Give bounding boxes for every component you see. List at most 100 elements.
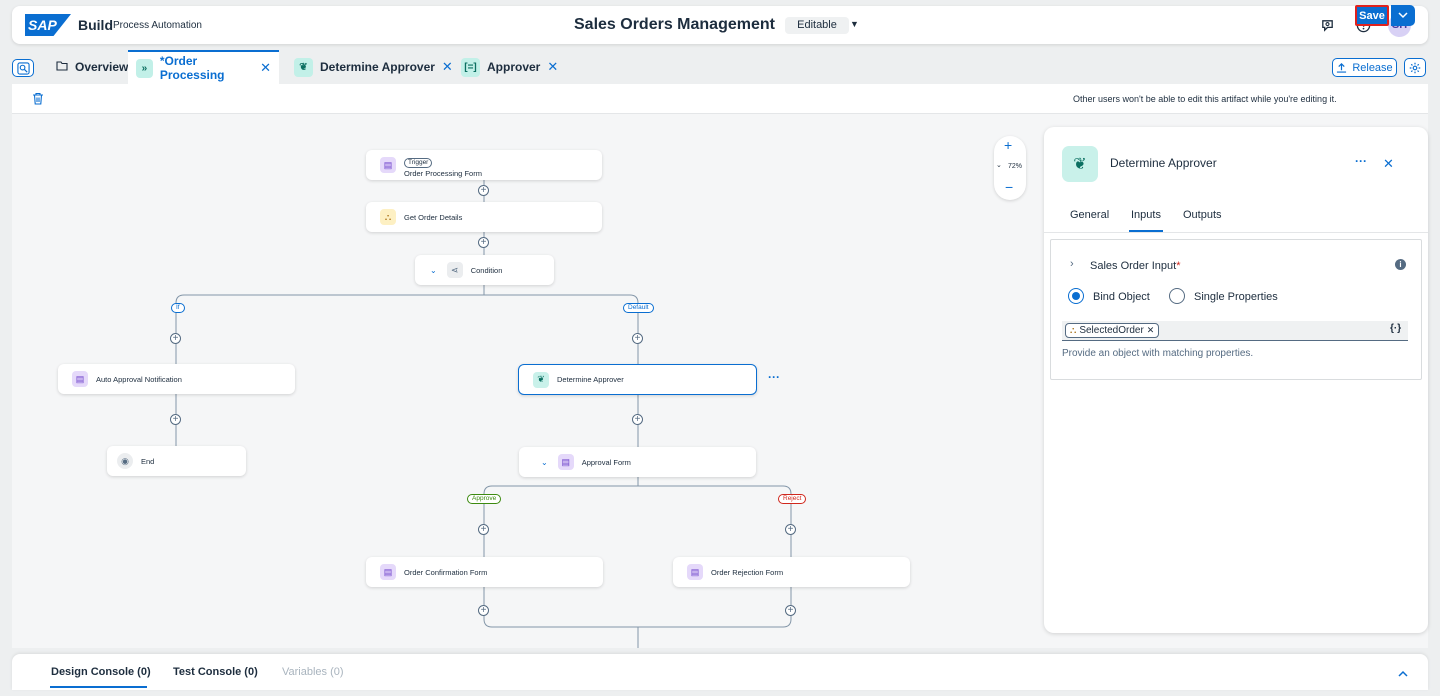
close-icon[interactable]: ✕ [1383,156,1394,172]
shell-bar: SAP Build Process Automation Sales Order… [12,6,1428,44]
upload-icon [1337,62,1347,73]
sap-logo[interactable]: SAP [25,14,71,36]
binding-input[interactable]: ⛬ SelectedOrder ✕ {·} [1062,321,1408,341]
tab-overview[interactable]: Overview [52,50,132,84]
add-step-button[interactable]: + [170,333,181,344]
node-label: Auto Approval Notification [96,374,182,384]
more-options-icon[interactable]: ··· [1355,154,1367,168]
condition-node[interactable]: ⌄ ⋖ Condition [415,255,554,285]
action-node-get-order-details[interactable]: ⛬ Get Order Details [366,202,602,232]
add-step-button[interactable]: + [478,185,489,196]
decision-icon: ❦ [294,57,313,77]
branch-label-if: If [171,303,185,313]
release-label: Release [1352,61,1393,74]
add-step-button[interactable]: + [632,414,643,425]
node-label: Approval Form [581,457,631,467]
zoom-control: + ⌄ 72% − [994,136,1026,200]
add-step-button[interactable]: + [785,524,796,535]
tab-order-processing[interactable]: » *Order Processing ✕ [128,50,279,84]
zoom-out-button[interactable]: − [1005,179,1013,195]
chevron-up-icon[interactable] [1398,666,1408,680]
release-button[interactable]: Release [1332,58,1397,77]
zoom-dropdown[interactable]: ⌄ [996,161,1002,169]
save-options-button[interactable] [1391,5,1415,26]
editor-toolbar: Other users won't be able to edit this a… [12,84,1428,114]
artifact-tabs: Overview » *Order Processing ✕ ❦ Determi… [12,50,1428,84]
explorer-toggle-button[interactable] [12,59,34,77]
action-icon: ⛬ [380,209,396,225]
zoom-in-button[interactable]: + [1004,137,1012,153]
tab-label: Determine Approver [320,60,435,74]
more-options-icon[interactable]: ··· [768,370,780,384]
single-properties-radio[interactable] [1169,288,1185,304]
add-step-button[interactable]: + [478,605,489,616]
tab-determine-approver[interactable]: ❦ Determine Approver ✕ [292,50,455,84]
remove-token-icon[interactable]: ✕ [1147,325,1155,336]
properties-panel: ❦ Determine Approver ··· ✕ General Input… [1044,127,1428,633]
form-icon: [=] [461,57,480,77]
tab-outputs[interactable]: Outputs [1183,209,1222,221]
tab-label: Approver [487,60,541,74]
section-title: Sales Order Input* [1090,260,1181,272]
status-dropdown-icon[interactable]: ▼ [850,19,859,29]
chevron-down-icon [1398,12,1408,19]
add-step-button[interactable]: + [170,414,181,425]
input-hint: Provide an object with matching properti… [1062,348,1254,359]
gear-icon [1409,62,1421,73]
tab-approver[interactable]: [=] Approver ✕ [459,50,560,84]
panel-title: Determine Approver [1110,156,1217,170]
rejection-form-node[interactable]: ▤ Order Rejection Form [673,557,910,587]
selected-order-token[interactable]: ⛬ SelectedOrder ✕ [1065,323,1160,338]
add-step-button[interactable]: + [785,605,796,616]
approval-form-node[interactable]: ⌄ ▤ Approval Form [519,447,756,477]
branch-label-reject: Reject [778,494,807,504]
node-label: End [141,456,155,466]
active-tab-indicator [50,686,147,688]
console-bar: Design Console (0) Test Console (0) Vari… [12,654,1428,690]
product-name: Build [78,17,113,33]
close-icon[interactable]: ✕ [260,60,271,76]
delete-icon[interactable] [32,92,44,108]
save-button[interactable]: Save [1355,5,1389,26]
decision-icon: ❦ [1062,146,1098,182]
tab-design-console[interactable]: Design Console (0) [51,666,151,678]
branch-label-approve: Approve [467,494,502,504]
joule-assistant-icon[interactable] [1318,16,1336,34]
status-badge: Editable [785,17,849,34]
edit-lock-note: Other users won't be able to edit this a… [1073,94,1337,104]
decision-node-determine-approver[interactable]: ❦ Determine Approver [518,364,757,395]
chevron-down-icon[interactable]: ⌄ [541,458,548,467]
chevron-down-icon[interactable]: ⌄ [430,266,437,275]
radio-label: Bind Object [1093,291,1150,303]
info-icon[interactable]: i [1395,259,1406,270]
chevron-right-icon[interactable]: › [1070,258,1074,270]
process-icon: » [136,58,153,78]
radio-label: Single Properties [1194,291,1278,303]
tab-test-console[interactable]: Test Console (0) [173,666,258,678]
tab-inputs[interactable]: Inputs [1131,209,1161,221]
notification-node[interactable]: ▤ Auto Approval Notification [58,364,295,394]
add-step-button[interactable]: + [632,333,643,344]
tab-variables[interactable]: Variables (0) [282,666,344,678]
form-icon: ▤ [557,454,574,470]
trigger-node[interactable]: ▤ Trigger Order Processing Form [366,150,602,180]
bind-object-radio[interactable] [1068,288,1084,304]
settings-button[interactable] [1404,58,1426,77]
add-step-button[interactable]: + [478,524,489,535]
folder-icon [56,60,68,74]
node-label: Condition [470,265,503,275]
tab-label: Overview [75,60,129,74]
tab-general[interactable]: General [1070,209,1109,221]
search-icon [16,61,30,75]
node-label: Order Processing Form [404,168,482,178]
project-title: Sales Orders Management [574,16,775,33]
confirmation-form-node[interactable]: ▤ Order Confirmation Form [366,557,603,587]
close-icon[interactable]: ✕ [547,59,558,75]
expression-icon[interactable]: {·} [1390,323,1401,334]
add-step-button[interactable]: + [478,237,489,248]
end-node[interactable]: ◉ End [107,446,246,476]
form-icon: ▤ [72,371,88,387]
close-icon[interactable]: ✕ [442,59,453,75]
section-title-text: Sales Order Input [1090,260,1177,272]
node-label: Determine Approver [557,375,624,384]
